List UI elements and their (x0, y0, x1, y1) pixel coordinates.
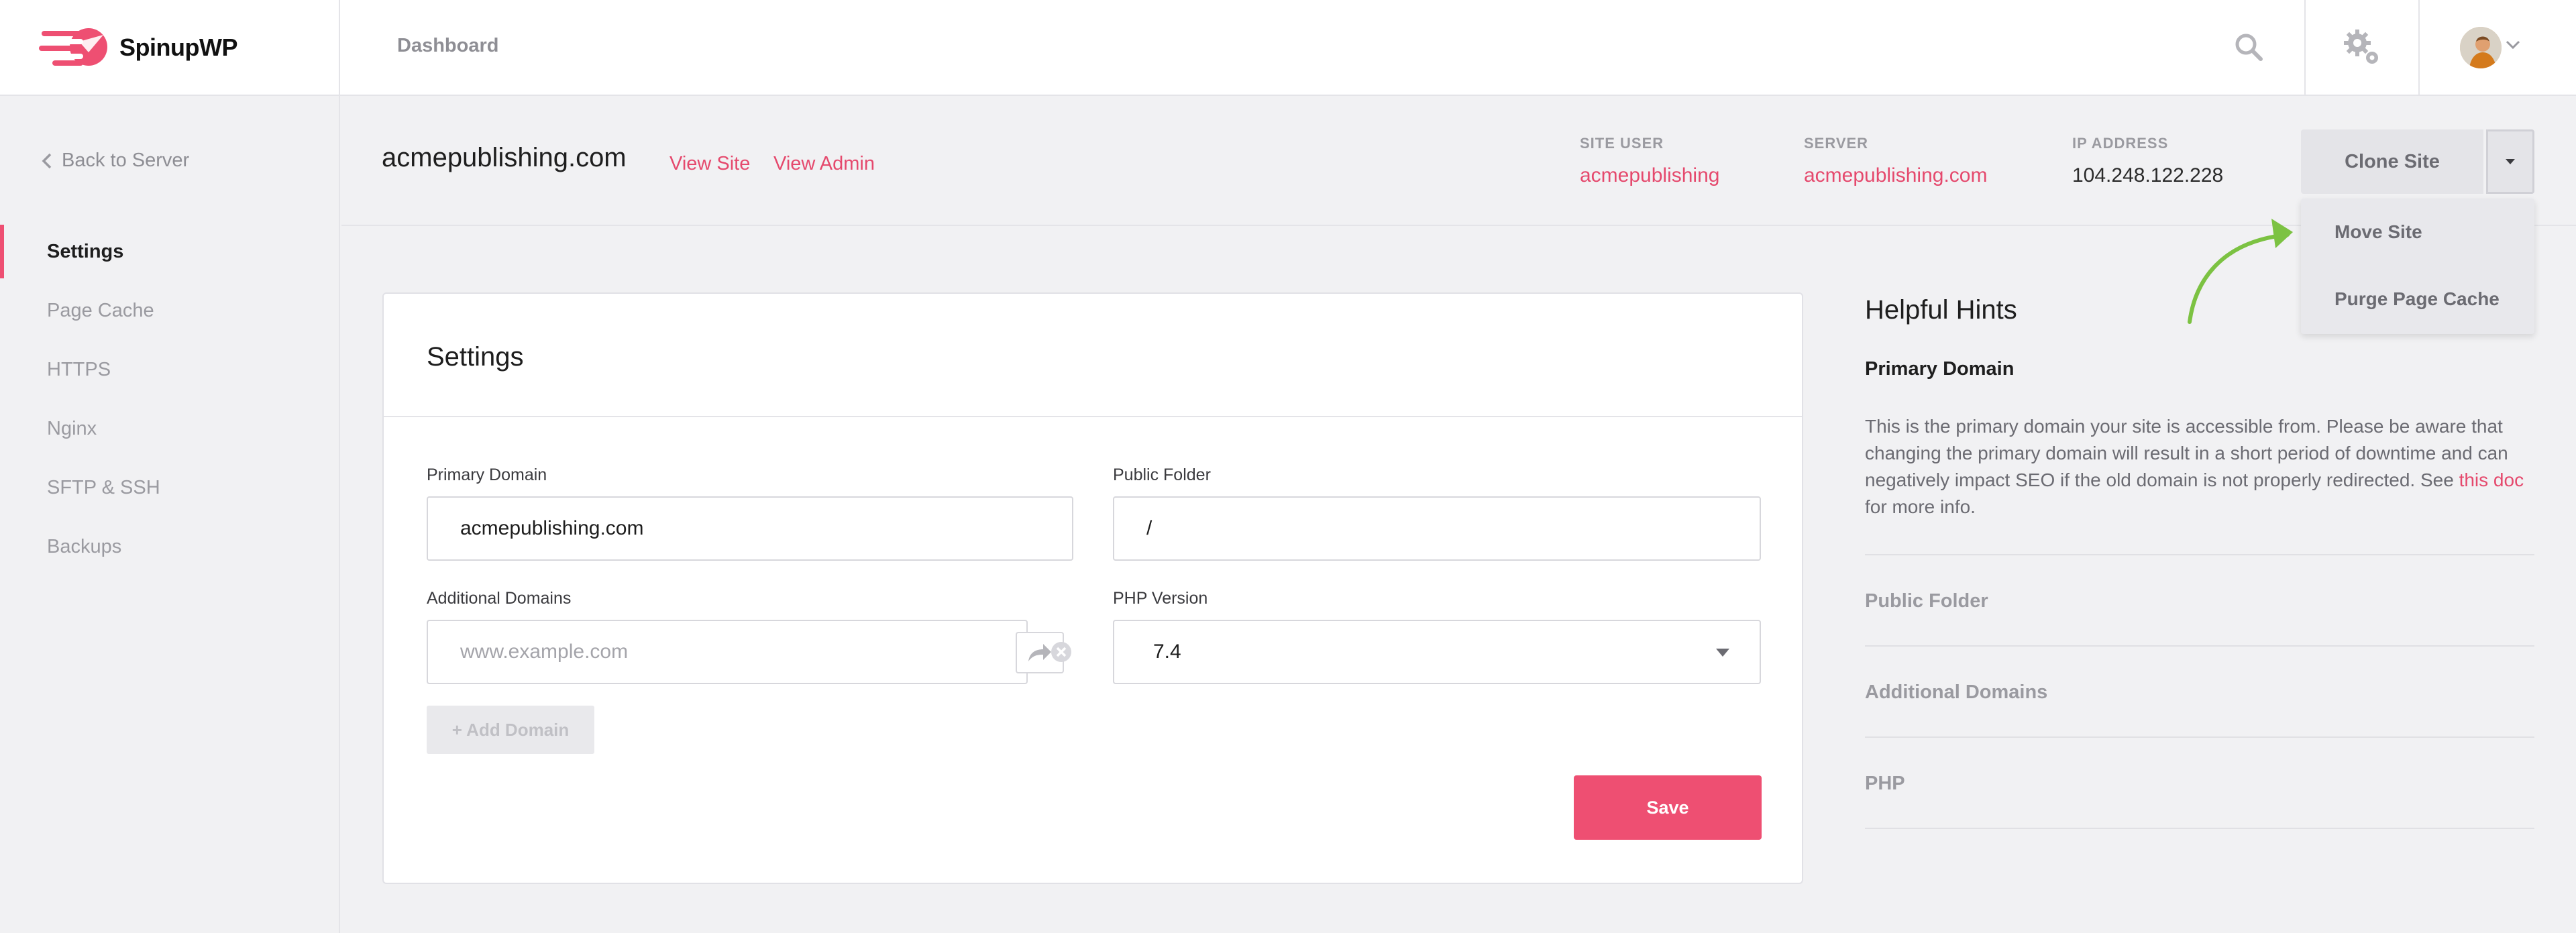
hint-section-additional-domains[interactable]: Additional Domains (1865, 645, 2534, 736)
back-to-server-link[interactable]: Back to Server (42, 150, 189, 172)
additional-domain-input[interactable]: www.example.com (427, 620, 1064, 684)
server-link[interactable]: acmepublishing.com (1804, 164, 1987, 187)
site-title: acmepublishing.com (382, 143, 627, 172)
topbar-divider (2304, 0, 2306, 95)
caret-down-icon (2506, 159, 2515, 164)
chevron-left-icon (42, 153, 52, 168)
site-user-link[interactable]: acmepublishing (1580, 164, 1719, 187)
brand-name: SpinupWP (119, 34, 237, 61)
sidebar-item-page-cache[interactable]: Page Cache (0, 281, 339, 340)
user-avatar-icon (2460, 27, 2502, 68)
sidebar: Back to Server Settings Page Cache HTTPS… (0, 96, 340, 933)
helpful-hints-title: Helpful Hints (1865, 295, 2017, 325)
php-version-select[interactable]: 7.4 (1113, 620, 1761, 684)
nav-dashboard-link[interactable]: Dashboard (397, 35, 498, 57)
hint-primary-domain-body: This is the primary domain your site is … (1865, 413, 2534, 520)
save-button[interactable]: Save (1574, 775, 1762, 840)
view-admin-link[interactable]: View Admin (773, 153, 875, 175)
caret-down-icon (1716, 649, 1729, 657)
topbar-divider (2418, 0, 2420, 95)
php-version-value: 7.4 (1153, 641, 1181, 663)
ip-address-value: 104.248.122.228 (2072, 164, 2224, 186)
spinupwp-logo-icon (39, 28, 107, 66)
sidebar-item-sftp-ssh[interactable]: SFTP & SSH (0, 458, 339, 517)
purge-page-cache-menu-item[interactable]: Purge Page Cache (2334, 288, 2500, 310)
hint-section-public-folder[interactable]: Public Folder (1865, 554, 2534, 645)
site-header: acmepublishing.com View Site View Admin … (341, 96, 2576, 226)
hint-section-label: Public Folder (1865, 590, 1988, 612)
site-actions-menu: Move Site Purge Page Cache (2301, 199, 2534, 334)
gear-icon[interactable] (2341, 27, 2381, 67)
hint-body-text-end: for more info. (1865, 496, 1976, 517)
this-doc-link[interactable]: this doc (2459, 470, 2524, 490)
hint-body-text: This is the primary domain your site is … (1865, 416, 2508, 490)
avatar[interactable] (2460, 27, 2502, 68)
sidebar-item-nginx[interactable]: Nginx (0, 399, 339, 458)
brand[interactable]: SpinupWP (0, 0, 340, 95)
search-icon[interactable] (2234, 32, 2263, 62)
remove-domain-icon[interactable] (1050, 641, 1073, 663)
hint-primary-domain-title: Primary Domain (1865, 358, 2015, 380)
server-label: SERVER (1804, 135, 1869, 152)
primary-domain-label: Primary Domain (427, 465, 547, 484)
annotation-arrow-icon (2188, 219, 2293, 324)
public-folder-input[interactable]: / (1113, 496, 1761, 561)
ip-address-label: IP ADDRESS (2072, 135, 2169, 152)
primary-domain-input[interactable]: acmepublishing.com (427, 496, 1073, 561)
sidebar-item-backups[interactable]: Backups (0, 517, 339, 576)
sidebar-item-settings[interactable]: Settings (0, 222, 339, 281)
clone-site-button[interactable]: Clone Site (2301, 129, 2483, 194)
chevron-down-icon[interactable] (2506, 40, 2520, 50)
move-site-menu-item[interactable]: Move Site (2334, 221, 2422, 243)
site-user-label: SITE USER (1580, 135, 1664, 152)
settings-card: Settings Primary Domain acmepublishing.c… (382, 292, 1803, 884)
additional-domains-label: Additional Domains (427, 589, 572, 608)
hints-divider (1865, 828, 2534, 829)
hint-section-label: PHP (1865, 773, 1905, 794)
share-arrow-icon (1028, 644, 1051, 661)
site-actions-dropdown-toggle[interactable] (2486, 129, 2534, 194)
public-folder-label: Public Folder (1113, 465, 1211, 484)
back-to-server-label: Back to Server (62, 150, 190, 171)
sidebar-item-https[interactable]: HTTPS (0, 340, 339, 399)
hint-section-php[interactable]: PHP (1865, 736, 2534, 828)
php-version-label: PHP Version (1113, 589, 1208, 608)
settings-title: Settings (427, 342, 524, 372)
add-domain-button[interactable]: + Add Domain (427, 706, 594, 754)
view-site-link[interactable]: View Site (669, 153, 750, 175)
top-bar: SpinupWP Dashboard (0, 0, 2576, 96)
hint-section-label: Additional Domains (1865, 681, 2048, 703)
settings-card-header: Settings (384, 294, 1802, 417)
